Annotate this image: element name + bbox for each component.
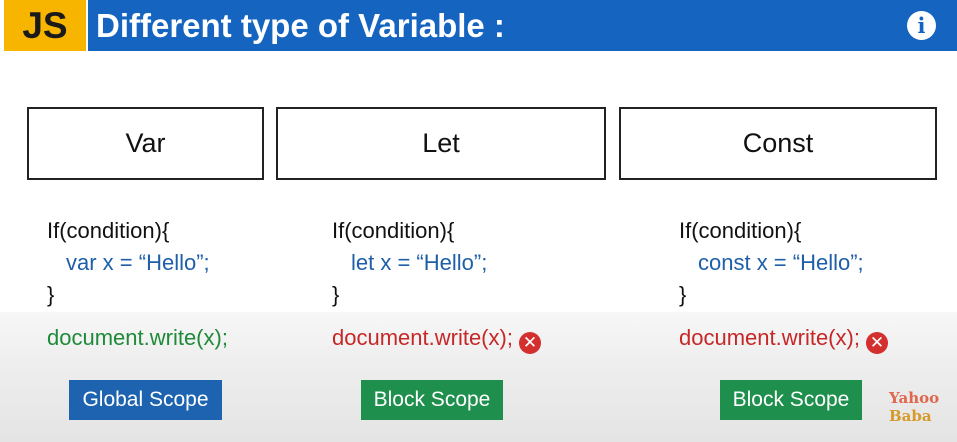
var-keyword-box: Var	[27, 107, 264, 180]
code-line: const x = “Hello”;	[698, 250, 864, 275]
close-circle-icon: ✕	[865, 332, 888, 354]
logo-line-2: Baba	[889, 407, 932, 425]
var-output-line: document.write(x);	[47, 322, 228, 354]
let-block-scope-badge: Block Scope	[361, 380, 503, 420]
info-icon[interactable]: i	[907, 11, 936, 40]
code-line: }	[679, 282, 687, 307]
code-line: If(condition){	[47, 218, 170, 243]
global-scope-badge: Global Scope	[69, 380, 222, 420]
output-text: document.write(x);	[679, 325, 860, 350]
output-text: document.write(x);	[47, 325, 228, 350]
code-line: var x = “Hello”;	[66, 250, 210, 275]
js-badge: JS	[4, 0, 86, 51]
slide-title: Different type of Variable :	[96, 7, 505, 44]
let-keyword-box: Let	[276, 107, 606, 180]
title-bar: Different type of Variable : i	[88, 0, 957, 51]
code-line: let x = “Hello”;	[351, 250, 488, 275]
code-line: If(condition){	[679, 218, 802, 243]
logo-line-1: Yahoo	[889, 389, 940, 407]
yahoo-baba-logo: Yahoo Baba	[889, 389, 949, 425]
let-output-line: document.write(x); ✕	[332, 322, 541, 354]
close-circle-icon: ✕	[518, 332, 541, 354]
output-text: document.write(x);	[332, 325, 513, 350]
const-block-scope-badge: Block Scope	[720, 380, 862, 420]
code-line: }	[47, 282, 55, 307]
const-keyword-box: Const	[619, 107, 937, 180]
const-output-line: document.write(x); ✕	[679, 322, 888, 354]
code-line: }	[332, 282, 340, 307]
let-code-block: If(condition){ let x = “Hello”; }	[332, 215, 487, 311]
slide-header: JS Different type of Variable : i	[0, 0, 957, 51]
var-code-block: If(condition){ var x = “Hello”; }	[47, 215, 210, 311]
code-line: If(condition){	[332, 218, 455, 243]
const-code-block: If(condition){ const x = “Hello”; }	[679, 215, 864, 311]
